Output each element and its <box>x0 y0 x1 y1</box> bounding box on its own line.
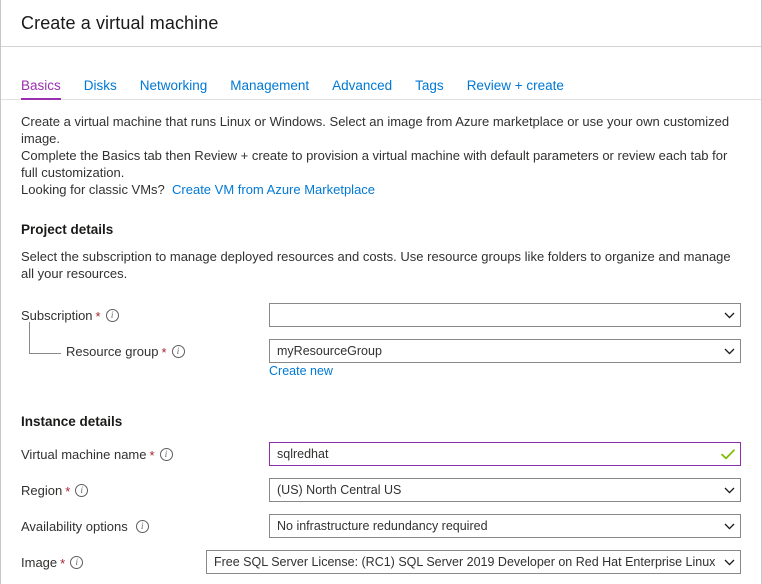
create-vm-marketplace-link[interactable]: Create VM from Azure Marketplace <box>172 182 375 197</box>
image-label: Image <box>21 555 58 570</box>
classic-vm-prompt: Looking for classic VMs? <box>21 182 165 197</box>
check-icon <box>716 448 740 460</box>
info-icon[interactable]: i <box>135 520 149 533</box>
vm-name-input[interactable]: sqlredhat <box>269 442 741 466</box>
region-label: Region <box>21 483 63 498</box>
subscription-label-group: Subscription * i <box>21 303 269 323</box>
subscription-label: Subscription <box>21 308 93 323</box>
subscription-required-asterisk: * <box>95 309 101 324</box>
vm-name-row: Virtual machine name * i sqlredhat <box>21 442 741 478</box>
info-icon[interactable]: i <box>171 345 185 358</box>
region-value: (US) North Central US <box>277 483 402 497</box>
image-row: Image * i Free SQL Server License: (RC1)… <box>21 550 741 584</box>
region-dropdown[interactable]: (US) North Central US <box>269 478 741 502</box>
subscription-dropdown[interactable] <box>269 303 741 327</box>
project-details-description: Select the subscription to manage deploy… <box>21 249 731 281</box>
tab-networking[interactable]: Networking <box>140 78 208 100</box>
image-required-asterisk: * <box>60 556 66 571</box>
vm-name-label: Virtual machine name <box>21 447 147 462</box>
blade-content: Create a virtual machine that runs Linux… <box>1 100 761 584</box>
info-icon[interactable]: i <box>159 448 173 461</box>
project-details-heading: Project details <box>21 222 114 237</box>
blade-description: Create a virtual machine that runs Linux… <box>21 113 735 198</box>
vm-name-required-asterisk: * <box>149 448 155 463</box>
resource-group-dropdown[interactable]: myResourceGroup <box>269 339 741 363</box>
chevron-down-icon <box>718 348 740 355</box>
region-required-asterisk: * <box>65 484 71 499</box>
vm-name-value: sqlredhat <box>277 447 329 461</box>
resource-group-label: Resource group <box>66 344 159 359</box>
blade-header: Create a virtual machine <box>1 0 761 47</box>
info-icon[interactable]: i <box>75 484 89 497</box>
project-details-form: Subscription * i Resource group * i myRe… <box>21 303 741 390</box>
region-row: Region * i (US) North Central US <box>21 478 741 514</box>
tab-advanced[interactable]: Advanced <box>332 78 392 100</box>
chevron-down-icon <box>718 551 740 573</box>
tab-review-create[interactable]: Review + create <box>467 78 564 100</box>
availability-options-label: Availability options <box>21 519 128 534</box>
resource-group-row: Resource group * i myResourceGroup Creat… <box>21 322 741 390</box>
resource-group-required-asterisk: * <box>161 345 167 360</box>
vm-name-label-group: Virtual machine name * i <box>21 442 269 462</box>
availability-options-label-group: Availability options i <box>21 514 269 534</box>
info-icon[interactable]: i <box>70 556 84 569</box>
description-line-3: Looking for classic VMs? Create VM from … <box>21 181 735 198</box>
create-new-resource-group-link[interactable]: Create new <box>269 364 333 378</box>
tab-management[interactable]: Management <box>230 78 309 100</box>
chevron-down-icon <box>718 523 740 530</box>
create-vm-blade: Create a virtual machine Basics Disks Ne… <box>0 0 762 584</box>
description-line-2: Complete the Basics tab then Review + cr… <box>21 148 728 180</box>
description-line-1: Create a virtual machine that runs Linux… <box>21 114 730 146</box>
tab-bar: Basics Disks Networking Management Advan… <box>1 47 761 100</box>
region-label-group: Region * i <box>21 478 269 498</box>
image-value: Free SQL Server License: (RC1) SQL Serve… <box>214 555 737 569</box>
info-icon[interactable]: i <box>105 309 119 322</box>
availability-options-dropdown[interactable]: No infrastructure redundancy required <box>269 514 741 538</box>
tab-basics[interactable]: Basics <box>21 78 61 100</box>
availability-options-value: No infrastructure redundancy required <box>277 519 488 533</box>
chevron-down-icon <box>718 312 740 319</box>
chevron-down-icon <box>718 487 740 494</box>
availability-options-row: Availability options i No infrastructure… <box>21 514 741 550</box>
resource-group-label-group: Resource group * i <box>21 322 269 360</box>
resource-group-value: myResourceGroup <box>277 344 382 358</box>
instance-details-heading: Instance details <box>21 414 123 429</box>
tab-disks[interactable]: Disks <box>84 78 117 100</box>
page-title: Create a virtual machine <box>21 12 219 33</box>
tab-tags[interactable]: Tags <box>415 78 444 100</box>
image-dropdown[interactable]: Free SQL Server License: (RC1) SQL Serve… <box>206 550 741 574</box>
instance-details-form: Virtual machine name * i sqlredhat Regio… <box>21 442 741 584</box>
subscription-row: Subscription * i <box>21 303 741 339</box>
